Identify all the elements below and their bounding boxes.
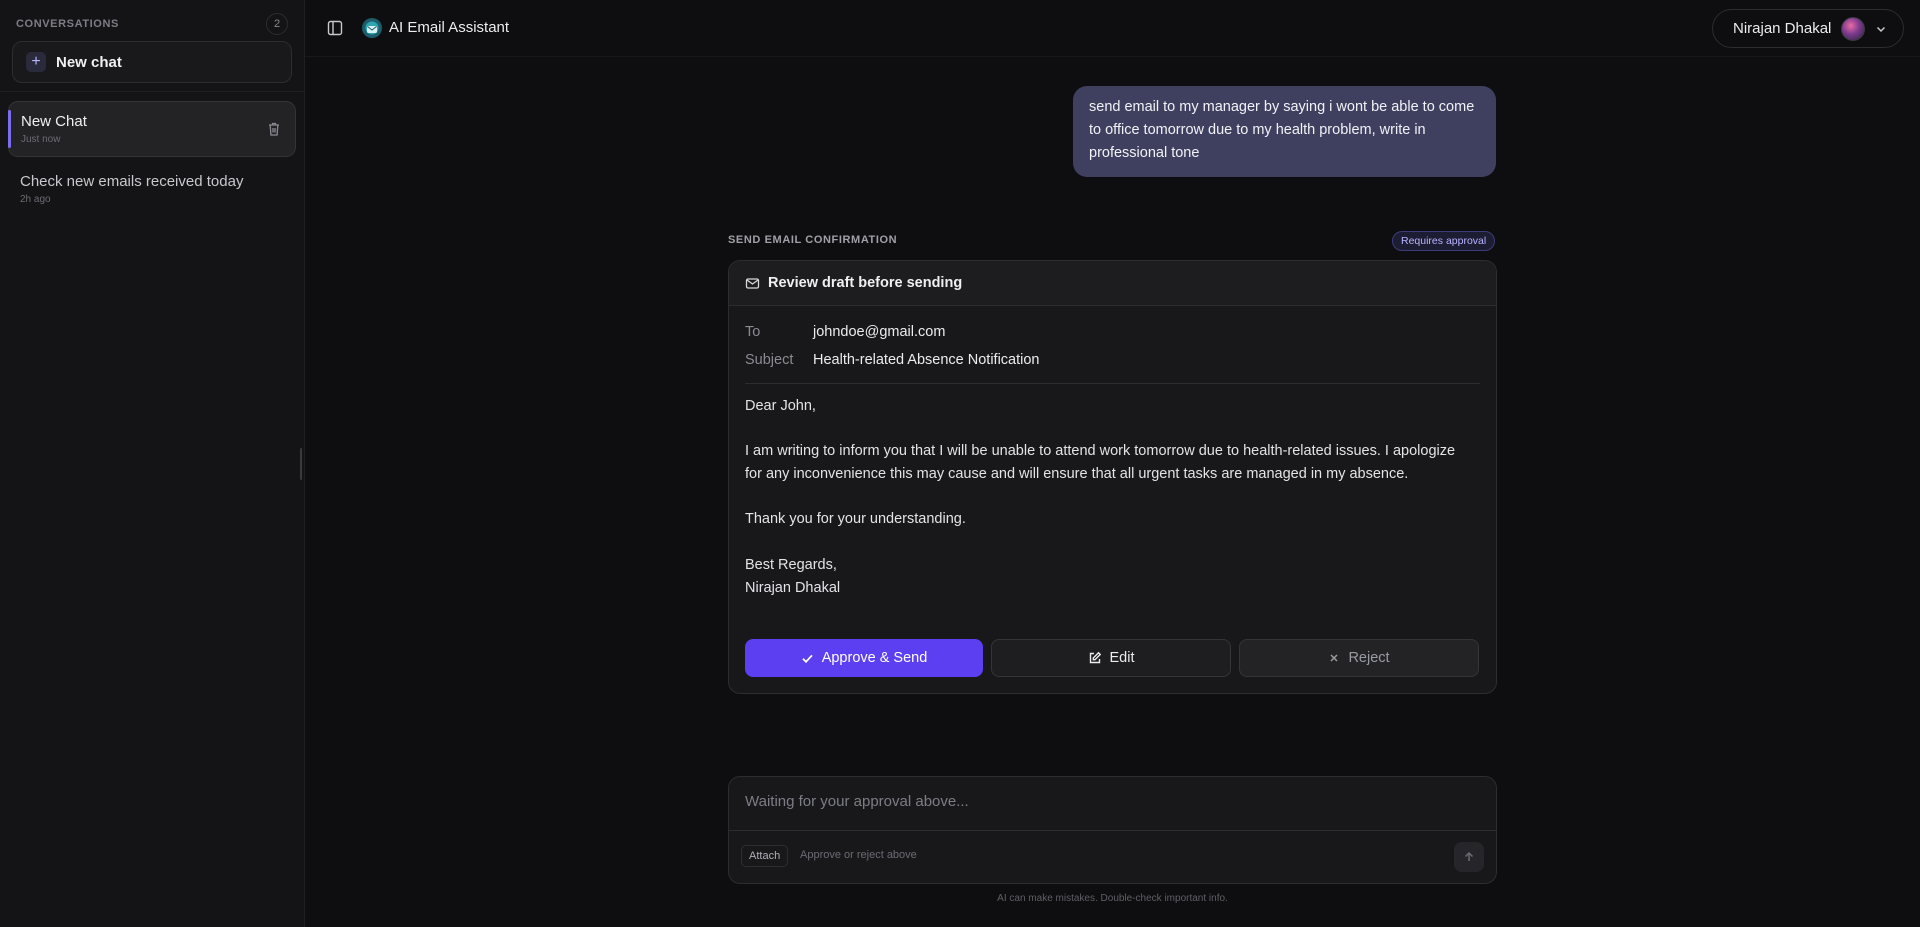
message-composer: Attach Approve or reject above bbox=[728, 776, 1497, 884]
email-closing: Best Regards, bbox=[745, 556, 837, 573]
reject-label: Reject bbox=[1348, 650, 1390, 666]
attach-button[interactable]: Attach bbox=[741, 845, 789, 867]
user-menu-button[interactable]: Nirajan Dhakal bbox=[1712, 9, 1904, 48]
check-icon bbox=[802, 654, 813, 663]
user-message-bubble: send email to my manager by saying i won… bbox=[1073, 86, 1496, 177]
email-card-divider bbox=[745, 383, 1480, 384]
arrow-up-icon bbox=[1464, 851, 1474, 861]
email-signature: Nirajan Dhakal bbox=[745, 579, 841, 596]
new-chat-button[interactable]: + New chat bbox=[12, 41, 292, 83]
conversation-title: New Chat bbox=[21, 113, 87, 130]
conversation-count-badge: 2 bbox=[266, 13, 288, 35]
conversation-time: 2h ago bbox=[20, 194, 51, 205]
to-field: To johndoe@gmail.com bbox=[745, 324, 945, 340]
trash-icon[interactable] bbox=[267, 121, 281, 137]
conversation-item-active[interactable]: New Chat Just now bbox=[8, 101, 296, 157]
subject-value: Health-related Absence Notification bbox=[813, 352, 1040, 368]
confirmation-section-label: SEND EMAIL CONFIRMATION bbox=[728, 234, 898, 246]
panel-toggle-icon[interactable] bbox=[327, 20, 343, 36]
to-label: To bbox=[745, 324, 761, 340]
conversation-time: Just now bbox=[21, 134, 61, 145]
new-chat-label: New chat bbox=[56, 53, 122, 71]
sidebar-title: CONVERSATIONS bbox=[16, 18, 119, 30]
sidebar-resize-handle[interactable] bbox=[300, 448, 302, 480]
top-bar: AI Email Assistant Nirajan Dhakal bbox=[305, 0, 1920, 57]
email-draft-card: Review draft before sending To johndoe@g… bbox=[728, 260, 1497, 694]
to-value: johndoe@gmail.com bbox=[813, 324, 946, 340]
email-paragraph: I am writing to inform you that I will b… bbox=[745, 443, 1456, 483]
composer-divider bbox=[729, 830, 1496, 831]
user-name: Nirajan Dhakal bbox=[1733, 20, 1832, 37]
email-body: Dear John, I am writing to inform you th… bbox=[745, 395, 1465, 599]
avatar bbox=[1841, 16, 1866, 41]
chevron-down-icon bbox=[1877, 26, 1886, 32]
sidebar-divider bbox=[0, 91, 304, 92]
approve-send-button[interactable]: Approve & Send bbox=[745, 639, 983, 677]
conversation-title: Check new emails received today bbox=[20, 173, 244, 190]
requires-approval-badge: Requires approval bbox=[1392, 231, 1496, 251]
edit-button[interactable]: Edit bbox=[991, 639, 1231, 677]
conversation-item[interactable]: Check new emails received today 2h ago bbox=[8, 162, 296, 212]
email-actions: Approve & Send Edit Reject bbox=[745, 639, 1479, 677]
send-button[interactable] bbox=[1454, 842, 1484, 872]
reject-button[interactable]: Reject bbox=[1239, 639, 1479, 677]
edit-label: Edit bbox=[1109, 650, 1135, 666]
app-title: AI Email Assistant bbox=[389, 19, 510, 36]
subject-label: Subject bbox=[745, 352, 794, 368]
main-area: AI Email Assistant Nirajan Dhakal send e… bbox=[305, 0, 1920, 927]
email-card-header: Review draft before sending bbox=[729, 261, 1496, 306]
subject-field: Subject Health-related Absence Notificat… bbox=[745, 352, 1040, 368]
message-input[interactable] bbox=[745, 793, 1445, 810]
sidebar: CONVERSATIONS 2 + New chat New Chat Just… bbox=[0, 0, 305, 927]
edit-icon bbox=[1089, 651, 1101, 664]
plus-icon: + bbox=[26, 52, 46, 72]
close-icon bbox=[1330, 654, 1338, 662]
email-thanks: Thank you for your understanding. bbox=[745, 511, 966, 528]
mail-icon bbox=[745, 277, 760, 289]
email-card-title: Review draft before sending bbox=[768, 275, 963, 291]
logo-icon bbox=[362, 18, 382, 38]
email-greeting: Dear John, bbox=[745, 398, 816, 414]
disclaimer-text: AI can make mistakes. Double-check impor… bbox=[997, 893, 1228, 904]
sidebar-header: CONVERSATIONS 2 bbox=[16, 13, 288, 35]
app: CONVERSATIONS 2 + New chat New Chat Just… bbox=[0, 0, 1920, 927]
approve-send-label: Approve & Send bbox=[821, 650, 928, 666]
composer-hint: Approve or reject above bbox=[800, 849, 917, 861]
